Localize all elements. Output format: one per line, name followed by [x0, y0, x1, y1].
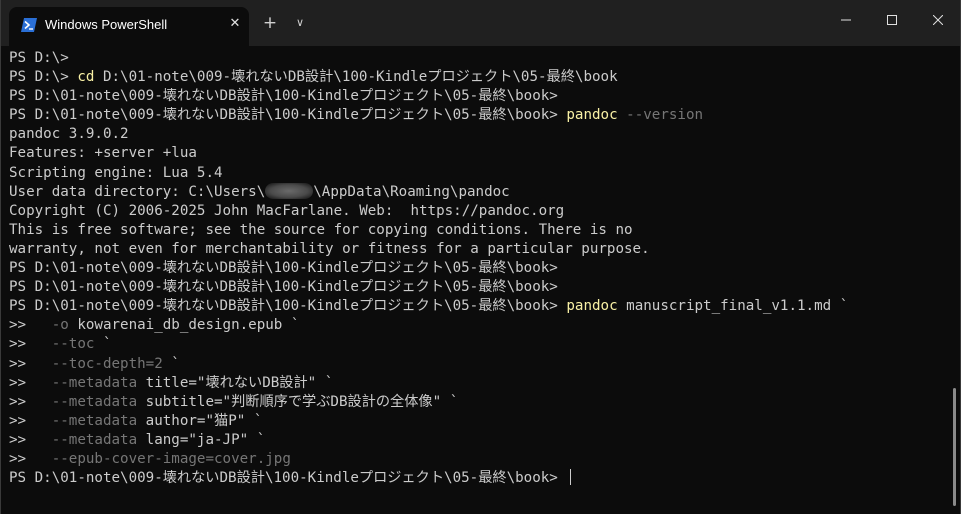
title-bar[interactable]: Windows PowerShell ✕ + ∨ [1, 0, 960, 46]
terminal-line: This is free software; see the source fo… [9, 221, 633, 238]
terminal-output[interactable]: PS D:\> PS D:\> cd D:\01-note\009-壊れないDB… [9, 49, 944, 509]
redacted-username [265, 182, 314, 199]
powershell-icon [21, 18, 37, 32]
terminal-line: PS D:\01-note\009-壊れないDB設計\100-Kindleプロジ… [9, 107, 704, 124]
terminal-line: >> --epub-cover-image=cover.jpg [9, 450, 291, 467]
terminal-line: PS D:\01-note\009-壊れないDB設計\100-Kindleプロジ… [9, 279, 558, 296]
command-name: pandoc [566, 298, 618, 315]
terminal-line: PS D:\01-note\009-壊れないDB設計\100-Kindleプロジ… [9, 298, 849, 315]
maximize-button[interactable] [869, 0, 915, 40]
terminal-line: PS D:\> [9, 50, 69, 66]
terminal-line: PS D:\> cd D:\01-note\009-壊れないDB設計\100-K… [9, 69, 618, 86]
minimize-icon [841, 19, 851, 21]
terminal-line: User data directory: C:\Users\ \AppData\R… [9, 182, 510, 200]
command-name: cd [77, 69, 95, 86]
terminal-line: warranty, not even for merchantability o… [9, 240, 650, 257]
vertical-scrollbar[interactable] [953, 388, 956, 506]
powershell-window: Windows PowerShell ✕ + ∨ PS D:\> PS D:\>… [0, 0, 961, 514]
new-tab-button[interactable]: + [260, 13, 280, 33]
tab-title: Windows PowerShell [45, 17, 168, 32]
terminal-line: >> --toc ` [9, 336, 112, 353]
terminal-line: >> --metadata author="猫P" ` [9, 412, 263, 429]
terminal-line: PS D:\01-note\009-壊れないDB設計\100-Kindleプロジ… [9, 469, 944, 488]
terminal-line: >> --metadata subtitle="判断順序で学ぶDB設計の全体像"… [9, 393, 459, 410]
terminal-line: >> -o kowarenai_db_design.epub ` [9, 317, 300, 334]
terminal-line: >> --metadata title="壊れないDB設計" ` [9, 374, 334, 391]
minimize-button[interactable] [823, 0, 869, 40]
text-cursor [570, 469, 572, 486]
terminal-line: Features: +server +lua [9, 145, 197, 162]
close-window-button[interactable] [915, 0, 960, 40]
terminal-line: Scripting engine: Lua 5.4 [9, 164, 223, 181]
terminal-line: >> --toc-depth=2 ` [9, 355, 180, 372]
terminal-line: PS D:\01-note\009-壊れないDB設計\100-Kindleプロジ… [9, 88, 558, 105]
terminal-line: pandoc 3.9.0.2 [9, 126, 129, 143]
chevron-down-icon[interactable]: ∨ [291, 13, 309, 33]
maximize-icon [887, 15, 897, 25]
terminal-line: >> --metadata lang="ja-JP" ` [9, 431, 266, 448]
command-name: pandoc [566, 107, 618, 124]
close-icon [933, 15, 943, 25]
terminal-line: Copyright (C) 2006-2025 John MacFarlane.… [9, 202, 565, 219]
tab-windows-powershell[interactable]: Windows PowerShell ✕ [9, 7, 249, 46]
terminal-line: PS D:\01-note\009-壊れないDB設計\100-Kindleプロジ… [9, 260, 558, 277]
close-tab-icon[interactable]: ✕ [227, 16, 243, 32]
